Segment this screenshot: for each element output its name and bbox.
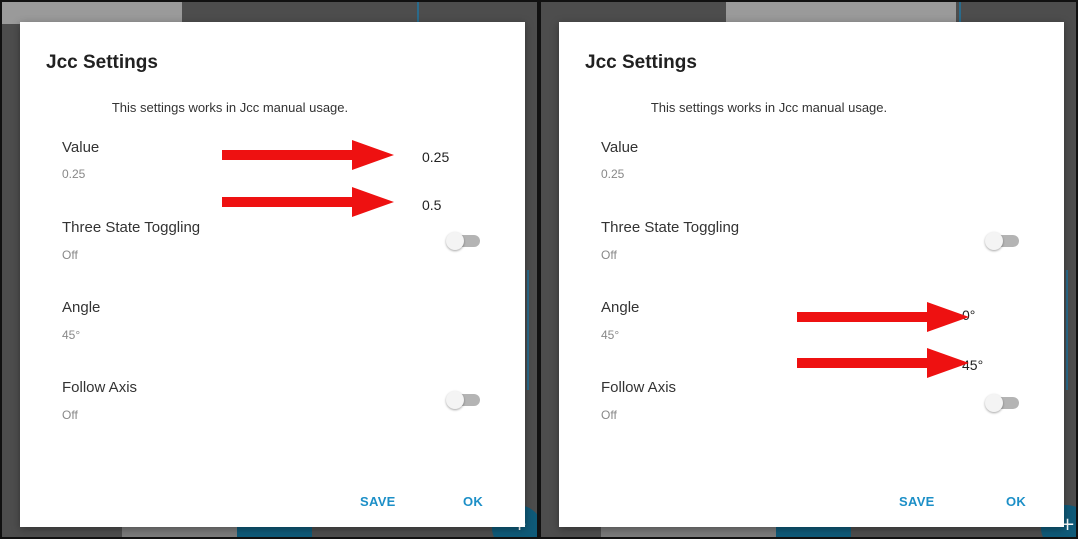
red-arrow-icon — [797, 348, 969, 378]
callout-option-2: 0.5 — [422, 197, 442, 213]
jcc-settings-dialog: Jcc Settings This settings works in Jcc … — [20, 22, 525, 527]
red-arrow-icon — [797, 302, 969, 332]
screenshot-left: + Jcc Settings This settings works in Jc… — [0, 0, 539, 539]
background-grid-line — [417, 2, 419, 22]
three-state-toggle[interactable] — [985, 232, 1021, 250]
setting-value-label[interactable]: Value — [62, 139, 99, 156]
background-grid-line — [527, 270, 529, 390]
setting-follow-axis-label[interactable]: Follow Axis — [601, 379, 676, 396]
setting-follow-axis-current: Off — [601, 408, 617, 422]
dialog-title: Jcc Settings — [46, 52, 158, 73]
ok-button[interactable]: OK — [1006, 494, 1026, 509]
screenshot-right: + Jcc Settings This settings works in Jc… — [539, 0, 1078, 539]
follow-axis-toggle[interactable] — [985, 394, 1021, 412]
red-arrow-icon — [222, 187, 394, 217]
setting-value-label[interactable]: Value — [601, 139, 638, 156]
three-state-toggle[interactable] — [446, 232, 482, 250]
setting-angle-current: 45° — [601, 328, 620, 342]
toggle-thumb — [446, 232, 464, 250]
dialog-subtitle: This settings works in Jcc manual usage. — [111, 100, 349, 115]
background-app-bar — [726, 2, 956, 24]
callout-option-1: 0.25 — [422, 149, 450, 165]
setting-value-current: 0.25 — [601, 167, 625, 181]
dialog-subtitle: This settings works in Jcc manual usage. — [650, 100, 888, 115]
setting-follow-axis-current: Off — [62, 408, 78, 422]
background-grid-line — [959, 2, 961, 22]
red-arrow-icon — [222, 140, 394, 170]
ok-button[interactable]: OK — [463, 494, 483, 509]
toggle-thumb — [446, 391, 464, 409]
setting-angle-label[interactable]: Angle — [601, 299, 639, 316]
dialog-title: Jcc Settings — [585, 52, 697, 73]
toggle-thumb — [985, 394, 1003, 412]
setting-angle-current: 45° — [62, 328, 81, 342]
jcc-settings-dialog: Jcc Settings This settings works in Jcc … — [559, 22, 1064, 527]
save-button[interactable]: SAVE — [899, 494, 935, 509]
setting-three-state-current: Off — [601, 248, 617, 262]
toggle-thumb — [985, 232, 1003, 250]
background-grid-line — [1066, 270, 1068, 390]
follow-axis-toggle[interactable] — [446, 391, 482, 409]
background-app-bar — [2, 2, 182, 24]
save-button[interactable]: SAVE — [360, 494, 396, 509]
setting-value-current: 0.25 — [62, 167, 86, 181]
setting-three-state-current: Off — [62, 248, 78, 262]
setting-angle-label[interactable]: Angle — [62, 299, 100, 316]
setting-three-state-label[interactable]: Three State Toggling — [601, 219, 739, 236]
setting-three-state-label[interactable]: Three State Toggling — [62, 219, 200, 236]
setting-follow-axis-label[interactable]: Follow Axis — [62, 379, 137, 396]
